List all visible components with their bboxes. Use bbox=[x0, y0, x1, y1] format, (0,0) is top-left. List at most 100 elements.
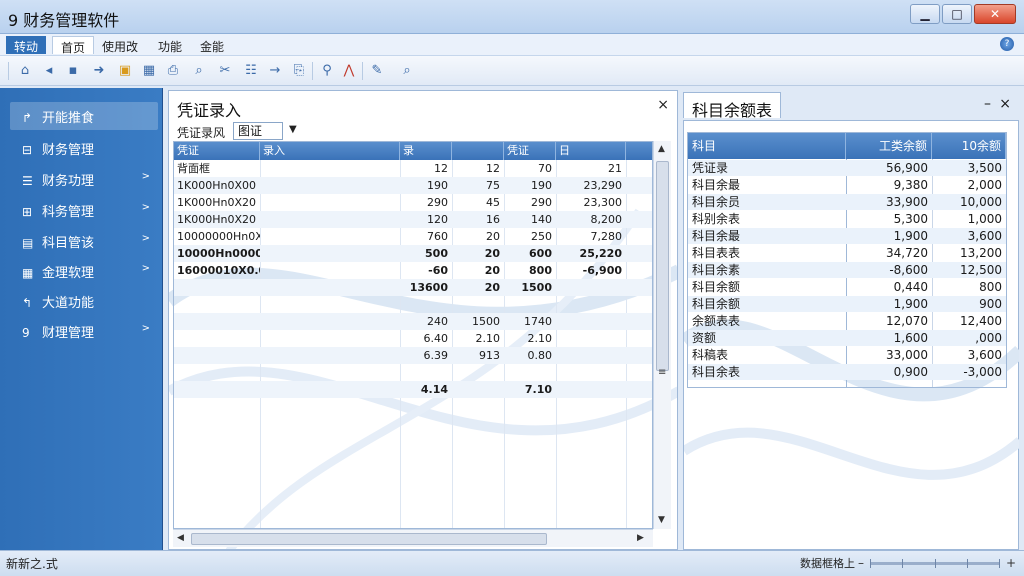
table-cell[interactable] bbox=[174, 347, 260, 364]
table-cell[interactable]: 余额表表 bbox=[692, 313, 842, 329]
save-icon[interactable]: ▪ bbox=[64, 62, 82, 80]
zoom-slider[interactable] bbox=[870, 559, 1000, 568]
table-cell[interactable]: 1K000Hn0X00 bbox=[174, 177, 260, 194]
chart-icon[interactable]: ⋀ bbox=[340, 62, 358, 80]
zoom-icon[interactable]: ⌕ bbox=[190, 62, 208, 80]
search-icon[interactable]: ⚲ bbox=[318, 62, 336, 80]
maximize-button[interactable]: □ bbox=[942, 4, 972, 24]
scroll-thumb[interactable] bbox=[191, 533, 547, 545]
table-cell[interactable]: 23,290 bbox=[556, 177, 626, 194]
table-cell[interactable] bbox=[504, 364, 556, 381]
table-cell[interactable] bbox=[174, 296, 260, 313]
table-row[interactable]: 科目余最 9,380 2,000 bbox=[688, 177, 1006, 193]
table-cell[interactable]: 16 bbox=[452, 211, 504, 228]
table-cell[interactable]: -3,000 bbox=[932, 364, 1002, 380]
table-cell[interactable]: 900 bbox=[932, 296, 1002, 312]
table-row[interactable]: 13600 20 1500 bbox=[174, 279, 652, 296]
horizontal-scrollbar[interactable]: ◀ ▶ bbox=[173, 529, 653, 547]
table-cell[interactable]: 3,600 bbox=[932, 347, 1002, 363]
table-cell[interactable] bbox=[556, 279, 626, 296]
table-cell[interactable]: 1740 bbox=[504, 313, 556, 330]
balance-tab[interactable]: 科目余额表 bbox=[683, 92, 782, 120]
table-cell[interactable]: 背面框 bbox=[174, 160, 260, 177]
table-row[interactable]: 1K000Hn0X20 290 45 290 23,300 bbox=[174, 194, 652, 211]
table-cell[interactable] bbox=[260, 313, 400, 330]
table-cell[interactable] bbox=[260, 245, 400, 262]
table-cell[interactable]: 13,200 bbox=[932, 245, 1002, 261]
table-cell[interactable]: 1,000 bbox=[932, 211, 1002, 227]
table-cell[interactable] bbox=[260, 381, 400, 398]
sidebar-item-0[interactable]: ↱ 开能推食 bbox=[10, 102, 158, 130]
table-row[interactable]: 科目余表 0,900 -3,000 bbox=[688, 364, 1006, 380]
table-cell[interactable]: 190 bbox=[504, 177, 556, 194]
table-cell[interactable]: 240 bbox=[400, 313, 452, 330]
table-cell[interactable]: 25,220 bbox=[556, 245, 626, 262]
table-cell[interactable]: 75 bbox=[452, 177, 504, 194]
table-cell[interactable] bbox=[260, 211, 400, 228]
table-cell[interactable]: 45 bbox=[452, 194, 504, 211]
table-cell[interactable]: 600 bbox=[504, 245, 556, 262]
table-cell[interactable]: 8,200 bbox=[556, 211, 626, 228]
edit-icon[interactable]: ✎ bbox=[368, 62, 386, 80]
table-row[interactable]: 科目余额 1,900 900 bbox=[688, 296, 1006, 312]
table-row[interactable]: 240 1500 1740 bbox=[174, 313, 652, 330]
table-cell[interactable]: 10000000Hn0X20 bbox=[174, 228, 260, 245]
table-cell[interactable]: 20 bbox=[452, 279, 504, 296]
magnify-icon[interactable]: ⌕ bbox=[398, 62, 416, 80]
table-cell[interactable]: 科目余最 bbox=[692, 228, 842, 244]
table-cell[interactable]: 10000Hn0000 bbox=[174, 245, 260, 262]
table-cell[interactable]: 0,900 bbox=[846, 364, 928, 380]
table-row[interactable]: 科别余表 5,300 1,000 bbox=[688, 211, 1006, 227]
column-header[interactable]: 科目 bbox=[688, 133, 846, 159]
sidebar-item-3[interactable]: ⊞ 科务管理 > bbox=[10, 196, 158, 224]
table-cell[interactable]: 7.10 bbox=[504, 381, 556, 398]
table-cell[interactable]: 20 bbox=[452, 262, 504, 279]
table-cell[interactable]: 500 bbox=[400, 245, 452, 262]
table-cell[interactable]: 3,600 bbox=[932, 228, 1002, 244]
copy-icon[interactable]: ⎘ bbox=[290, 62, 308, 80]
table-cell[interactable] bbox=[452, 296, 504, 313]
table-cell[interactable] bbox=[556, 313, 626, 330]
table-cell[interactable]: 12 bbox=[400, 160, 452, 177]
table-cell[interactable]: 290 bbox=[504, 194, 556, 211]
table-cell[interactable]: 1500 bbox=[452, 313, 504, 330]
table-cell[interactable] bbox=[174, 381, 260, 398]
menu-item-4[interactable]: 金能 bbox=[192, 36, 232, 54]
table-cell[interactable]: 1500 bbox=[504, 279, 556, 296]
table-cell[interactable]: 2.10 bbox=[504, 330, 556, 347]
table-cell[interactable] bbox=[556, 296, 626, 313]
table-cell[interactable]: 800 bbox=[932, 279, 1002, 295]
scroll-right-icon[interactable]: ▶ bbox=[637, 533, 644, 543]
table-cell[interactable]: 6.39 bbox=[400, 347, 452, 364]
table-cell[interactable] bbox=[260, 279, 400, 296]
table-cell[interactable] bbox=[174, 330, 260, 347]
table-cell[interactable] bbox=[174, 313, 260, 330]
table-cell[interactable] bbox=[556, 330, 626, 347]
table-icon[interactable]: ☷ bbox=[242, 62, 260, 80]
table-cell[interactable]: 1,900 bbox=[846, 228, 928, 244]
table-cell[interactable]: 7,280 bbox=[556, 228, 626, 245]
table-row[interactable]: 余额表表 12,070 12,400 bbox=[688, 313, 1006, 329]
table-cell[interactable]: 800 bbox=[504, 262, 556, 279]
table-cell[interactable]: 290 bbox=[400, 194, 452, 211]
column-header[interactable]: 10余额 bbox=[932, 133, 1006, 159]
help-icon[interactable]: ? bbox=[1000, 37, 1014, 51]
table-cell[interactable]: 760 bbox=[400, 228, 452, 245]
table-cell[interactable]: 913 bbox=[452, 347, 504, 364]
table-cell[interactable] bbox=[556, 347, 626, 364]
table-cell[interactable] bbox=[400, 296, 452, 313]
table-row[interactable]: 4.14 7.10 bbox=[174, 381, 652, 398]
table-row[interactable]: 科稿表 33,000 3,600 bbox=[688, 347, 1006, 363]
table-cell[interactable]: 5,300 bbox=[846, 211, 928, 227]
table-cell[interactable] bbox=[556, 364, 626, 381]
table-cell[interactable] bbox=[260, 296, 400, 313]
table-cell[interactable]: 科别余表 bbox=[692, 211, 842, 227]
voucher-close-button[interactable]: × bbox=[657, 97, 669, 113]
close-button[interactable]: ✕ bbox=[974, 4, 1016, 24]
table-cell[interactable]: -60 bbox=[400, 262, 452, 279]
table-cell[interactable]: 190 bbox=[400, 177, 452, 194]
table-row[interactable]: 6.39 913 0.80 bbox=[174, 347, 652, 364]
table-cell[interactable]: -8,600 bbox=[846, 262, 928, 278]
table-cell[interactable]: 33,000 bbox=[846, 347, 928, 363]
table-cell[interactable]: 1,600 bbox=[846, 330, 928, 346]
